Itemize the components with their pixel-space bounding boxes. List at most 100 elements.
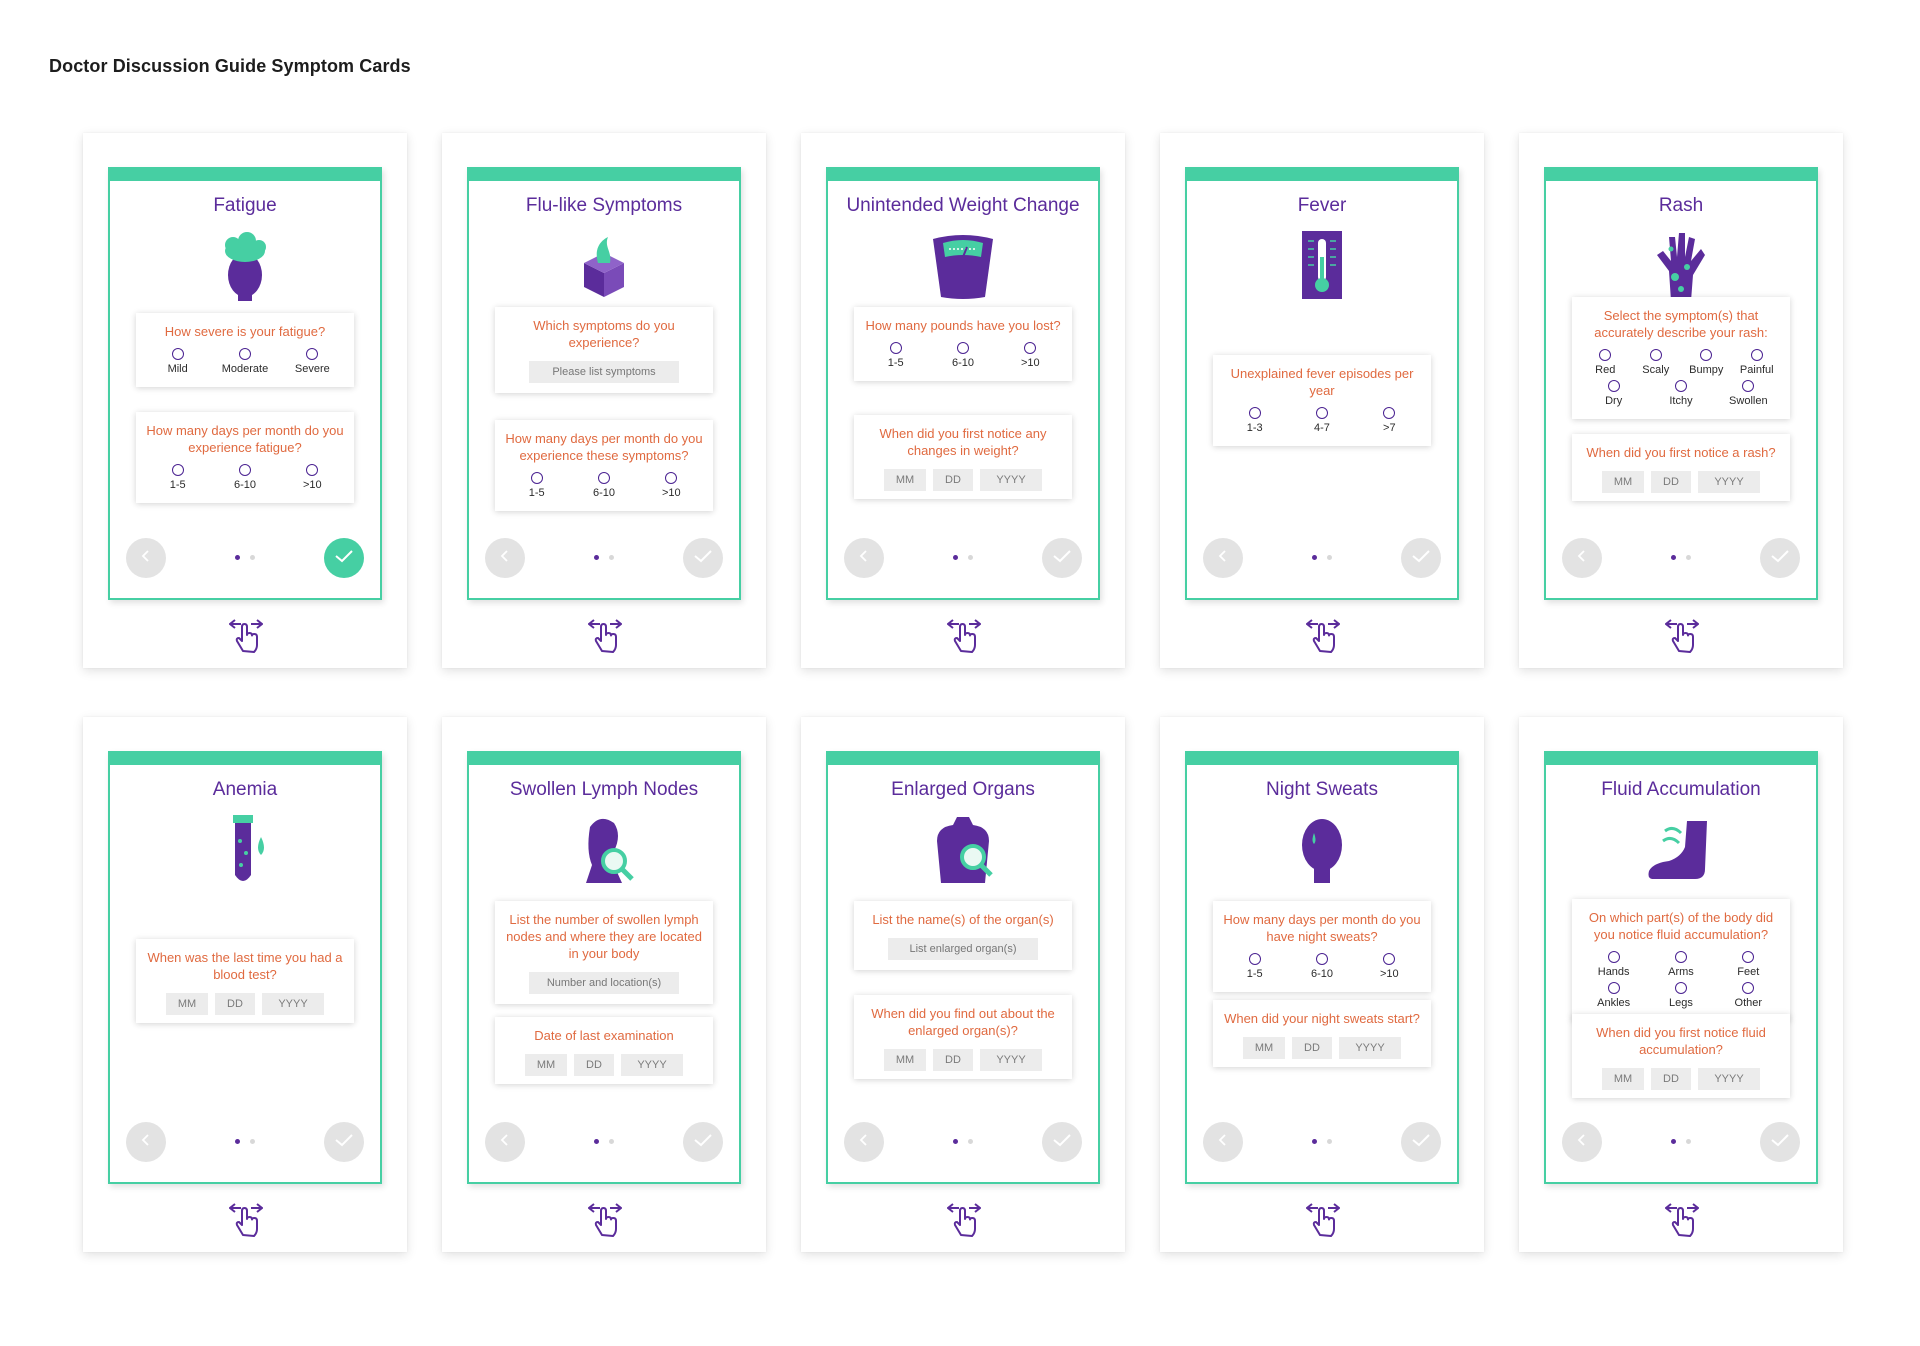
radio-button[interactable] — [171, 464, 184, 476]
year-field[interactable]: YYYY — [1698, 471, 1760, 493]
previous-button[interactable] — [1203, 1122, 1243, 1162]
radio-option[interactable]: >10 — [638, 472, 705, 499]
radio-button[interactable] — [889, 342, 902, 354]
radio-button[interactable] — [1607, 982, 1620, 994]
radio-button[interactable] — [530, 472, 543, 484]
page-dot-active[interactable] — [235, 1139, 240, 1144]
radio-option[interactable]: Arms — [1648, 951, 1715, 978]
radio-button[interactable] — [1248, 953, 1261, 965]
previous-button[interactable] — [485, 1122, 525, 1162]
previous-button[interactable] — [844, 538, 884, 578]
complete-button[interactable] — [1042, 538, 1082, 578]
previous-button[interactable] — [126, 1122, 166, 1162]
page-dot[interactable] — [968, 555, 973, 560]
complete-button[interactable] — [1042, 1122, 1082, 1162]
radio-option[interactable]: Painful — [1732, 349, 1783, 376]
previous-button[interactable] — [485, 538, 525, 578]
radio-option[interactable]: >10 — [279, 464, 346, 491]
radio-option[interactable]: 1-3 — [1221, 407, 1288, 434]
radio-option[interactable]: >7 — [1356, 407, 1423, 434]
year-field[interactable]: YYYY — [262, 993, 324, 1015]
previous-button[interactable] — [844, 1122, 884, 1162]
radio-button[interactable] — [956, 342, 969, 354]
page-dot-active[interactable] — [594, 555, 599, 560]
page-dot[interactable] — [1327, 1139, 1332, 1144]
radio-option[interactable]: Legs — [1648, 982, 1715, 1009]
radio-option[interactable]: Hands — [1580, 951, 1647, 978]
radio-button[interactable] — [597, 472, 610, 484]
year-field[interactable]: YYYY — [980, 1049, 1042, 1071]
complete-button[interactable] — [1401, 1122, 1441, 1162]
previous-button[interactable] — [126, 538, 166, 578]
page-dot-active[interactable] — [953, 555, 958, 560]
radio-button[interactable] — [1599, 349, 1612, 361]
page-dot-active[interactable] — [594, 1139, 599, 1144]
radio-option[interactable]: Itchy — [1656, 380, 1707, 407]
text-input[interactable]: Please list symptoms — [529, 361, 679, 383]
month-field[interactable]: MM — [1602, 471, 1644, 493]
day-field[interactable]: DD — [1292, 1037, 1332, 1059]
complete-button[interactable] — [1760, 1122, 1800, 1162]
day-field[interactable]: DD — [574, 1054, 614, 1076]
page-dot[interactable] — [968, 1139, 973, 1144]
radio-option[interactable]: 1-5 — [862, 342, 929, 369]
radio-option[interactable]: Dry — [1588, 380, 1639, 407]
radio-button[interactable] — [1607, 380, 1620, 392]
complete-button[interactable] — [324, 1122, 364, 1162]
radio-option[interactable]: Moderate — [212, 348, 279, 375]
radio-option[interactable]: Bumpy — [1681, 349, 1732, 376]
radio-button[interactable] — [1383, 953, 1396, 965]
year-field[interactable]: YYYY — [1339, 1037, 1401, 1059]
page-dot-active[interactable] — [1312, 1139, 1317, 1144]
page-dot[interactable] — [1686, 1139, 1691, 1144]
day-field[interactable]: DD — [215, 993, 255, 1015]
radio-button[interactable] — [306, 464, 319, 476]
radio-button[interactable] — [1674, 380, 1687, 392]
month-field[interactable]: MM — [525, 1054, 567, 1076]
day-field[interactable]: DD — [1651, 1068, 1691, 1090]
year-field[interactable]: YYYY — [980, 469, 1042, 491]
radio-button[interactable] — [1649, 349, 1662, 361]
radio-option[interactable]: 1-5 — [503, 472, 570, 499]
radio-option[interactable]: Severe — [279, 348, 346, 375]
radio-button[interactable] — [1383, 407, 1396, 419]
previous-button[interactable] — [1562, 538, 1602, 578]
radio-option[interactable]: Swollen — [1723, 380, 1774, 407]
radio-option[interactable]: 6-10 — [930, 342, 997, 369]
page-dot[interactable] — [1327, 555, 1332, 560]
month-field[interactable]: MM — [884, 1049, 926, 1071]
complete-button[interactable] — [324, 538, 364, 578]
radio-button[interactable] — [1742, 982, 1755, 994]
month-field[interactable]: MM — [1243, 1037, 1285, 1059]
radio-button[interactable] — [1315, 407, 1328, 419]
page-dot-active[interactable] — [1312, 555, 1317, 560]
complete-button[interactable] — [1401, 538, 1441, 578]
page-dot[interactable] — [609, 555, 614, 560]
day-field[interactable]: DD — [1651, 471, 1691, 493]
radio-button[interactable] — [238, 348, 251, 360]
radio-button[interactable] — [1315, 953, 1328, 965]
radio-button[interactable] — [1700, 349, 1713, 361]
radio-option[interactable]: Feet — [1715, 951, 1782, 978]
page-dot-active[interactable] — [953, 1139, 958, 1144]
radio-option[interactable]: >10 — [997, 342, 1064, 369]
radio-button[interactable] — [171, 348, 184, 360]
radio-option[interactable]: Red — [1580, 349, 1631, 376]
radio-option[interactable]: Scaly — [1631, 349, 1682, 376]
previous-button[interactable] — [1203, 538, 1243, 578]
month-field[interactable]: MM — [884, 469, 926, 491]
radio-button[interactable] — [1024, 342, 1037, 354]
radio-option[interactable]: 6-10 — [1289, 953, 1356, 980]
complete-button[interactable] — [683, 1122, 723, 1162]
radio-option[interactable]: 6-10 — [212, 464, 279, 491]
radio-button[interactable] — [1607, 951, 1620, 963]
radio-option[interactable]: Ankles — [1580, 982, 1647, 1009]
year-field[interactable]: YYYY — [621, 1054, 683, 1076]
radio-option[interactable]: 6-10 — [571, 472, 638, 499]
radio-button[interactable] — [1674, 951, 1687, 963]
radio-button[interactable] — [1248, 407, 1261, 419]
radio-option[interactable]: >10 — [1356, 953, 1423, 980]
radio-option[interactable]: 1-5 — [144, 464, 211, 491]
month-field[interactable]: MM — [1602, 1068, 1644, 1090]
text-input[interactable]: Number and location(s) — [529, 972, 679, 994]
